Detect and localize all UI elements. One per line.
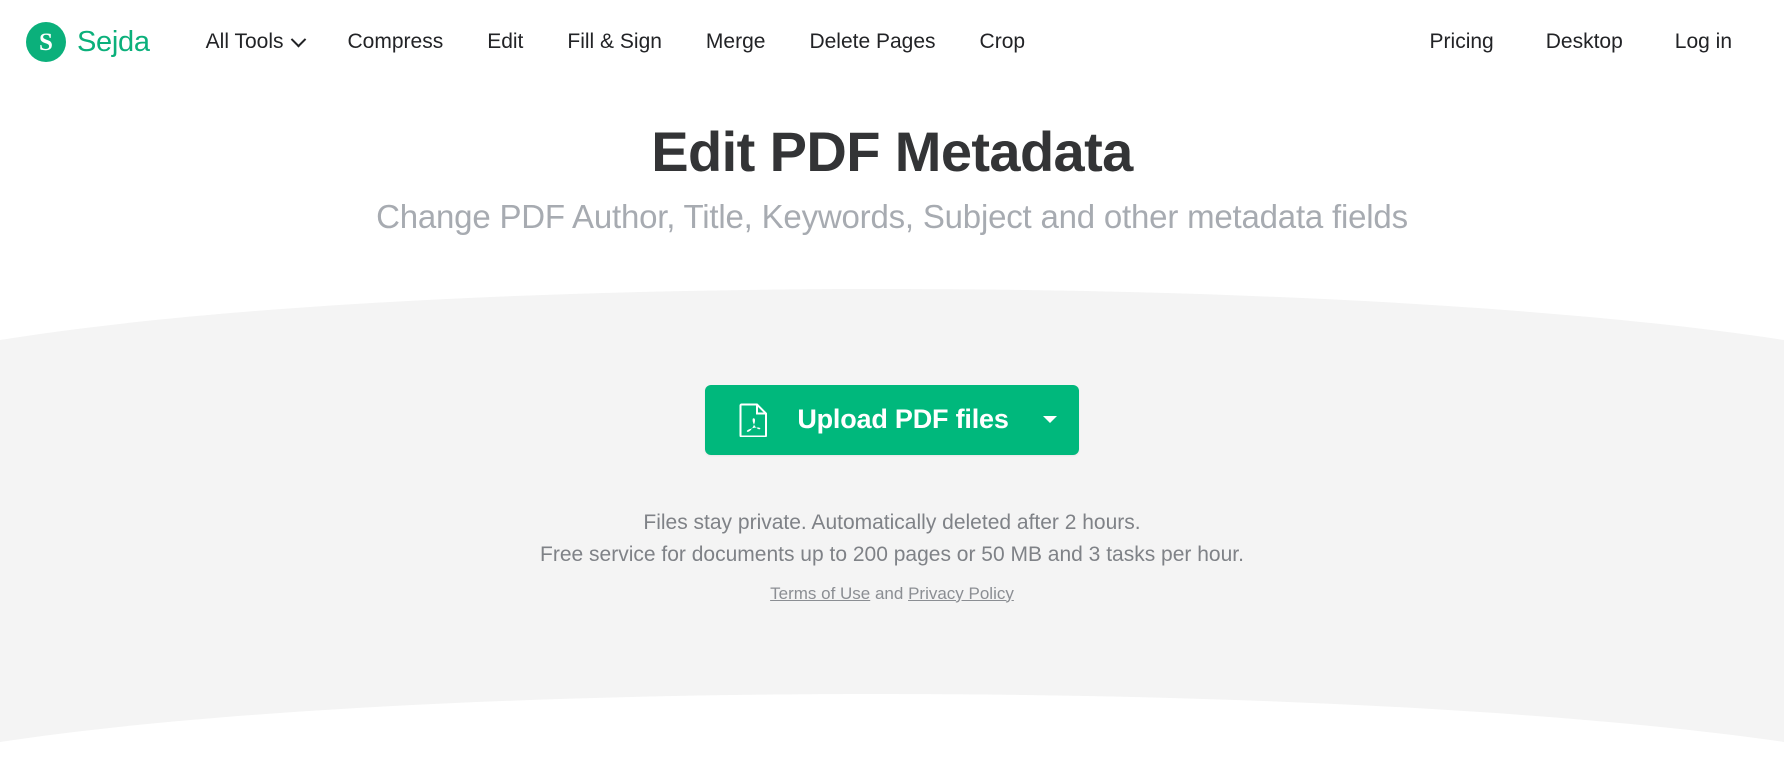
nav-item-all-tools[interactable]: All Tools bbox=[206, 24, 326, 60]
chevron-down-icon bbox=[1042, 416, 1057, 424]
secondary-nav: Pricing Desktop Log in bbox=[1404, 24, 1732, 60]
privacy-policy-link[interactable]: Privacy Policy bbox=[908, 584, 1014, 603]
chevron-down-icon bbox=[290, 31, 306, 47]
nav-item-edit[interactable]: Edit bbox=[465, 24, 545, 60]
page-subtitle: Change PDF Author, Title, Keywords, Subj… bbox=[376, 197, 1408, 235]
sejda-logo-text: Sejda bbox=[77, 25, 150, 58]
hero-section: Edit PDF Metadata Change PDF Author, Tit… bbox=[0, 84, 1784, 237]
nav-item-pricing[interactable]: Pricing bbox=[1404, 24, 1520, 60]
sejda-logo-mark: S bbox=[26, 22, 66, 62]
pdf-file-icon bbox=[739, 403, 768, 437]
page-title: Edit PDF Metadata bbox=[651, 120, 1133, 183]
nav-item-fill-and-sign[interactable]: Fill & Sign bbox=[545, 24, 684, 60]
upload-pdf-files-button[interactable]: Upload PDF files bbox=[705, 384, 1079, 455]
legal-links-row: Terms of Use and Privacy Policy bbox=[0, 582, 1784, 606]
upload-options-dropdown-toggle[interactable] bbox=[1031, 385, 1079, 455]
legal-conjunction: and bbox=[870, 583, 909, 603]
nav-item-crop[interactable]: Crop bbox=[958, 24, 1048, 60]
page-root: S Sejda All Tools Compress Edit Fill & S… bbox=[0, 0, 1784, 782]
privacy-note-line: Files stay private. Automatically delete… bbox=[643, 510, 1141, 534]
upload-section: Upload PDF files bbox=[0, 384, 1784, 455]
top-navigation-bar: S Sejda All Tools Compress Edit Fill & S… bbox=[0, 0, 1784, 84]
upload-button-label: Upload PDF files bbox=[797, 404, 1009, 435]
nav-item-compress[interactable]: Compress bbox=[326, 24, 466, 60]
upload-notes: Files stay private. Automatically delete… bbox=[0, 507, 1784, 606]
sejda-logo[interactable]: S Sejda bbox=[26, 22, 150, 62]
nav-item-desktop[interactable]: Desktop bbox=[1520, 24, 1649, 60]
nav-item-delete-pages[interactable]: Delete Pages bbox=[787, 24, 957, 60]
nav-item-all-tools-label: All Tools bbox=[205, 30, 284, 53]
primary-nav: All Tools Compress Edit Fill & Sign Merg… bbox=[206, 24, 1047, 60]
nav-item-log-in[interactable]: Log in bbox=[1649, 24, 1732, 60]
nav-item-merge[interactable]: Merge bbox=[684, 24, 788, 60]
terms-of-use-link[interactable]: Terms of Use bbox=[770, 584, 870, 603]
upload-button-main-area[interactable]: Upload PDF files bbox=[705, 385, 1030, 455]
limits-note-line: Free service for documents up to 200 pag… bbox=[540, 542, 1244, 566]
